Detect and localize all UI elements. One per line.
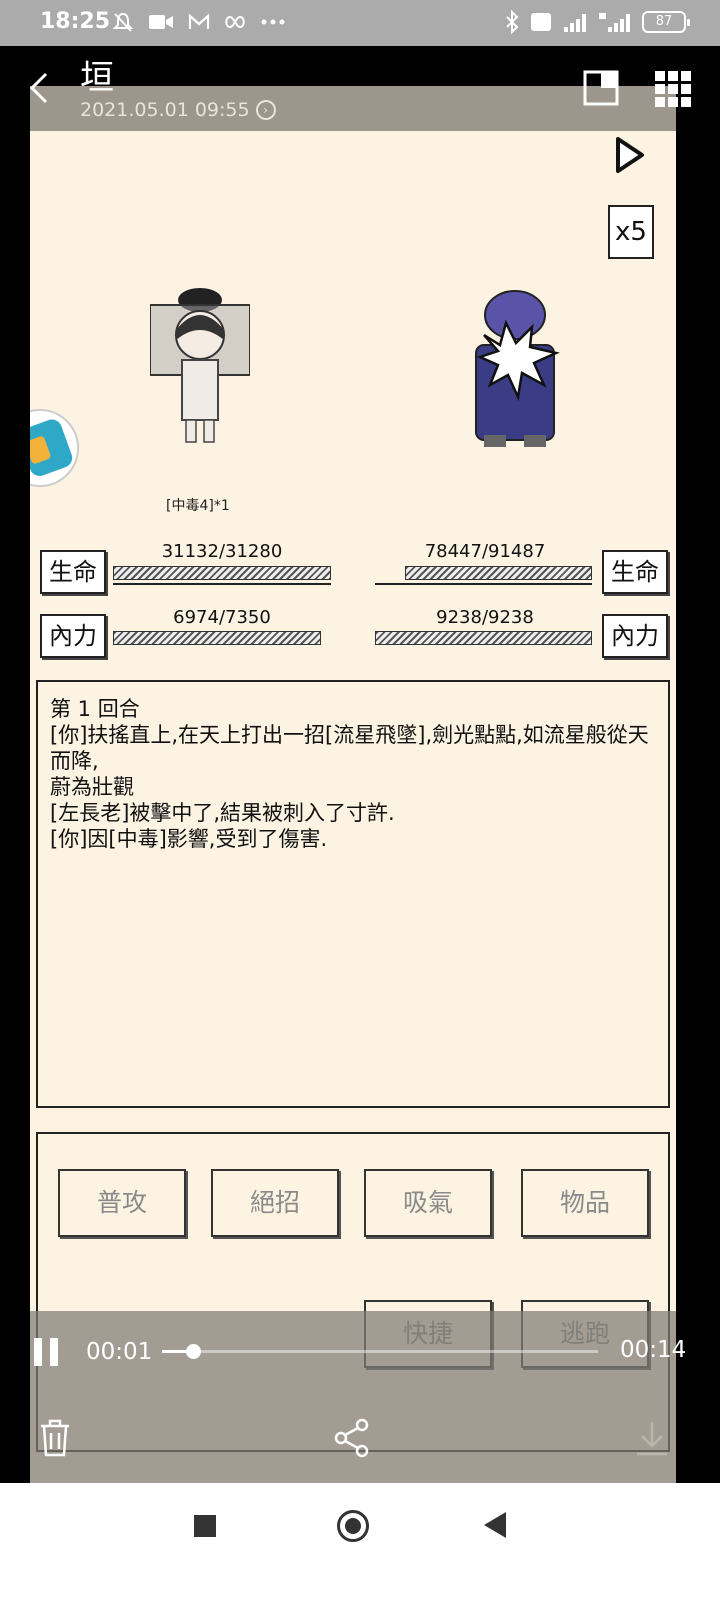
signal-icon bbox=[564, 14, 586, 32]
header-backdrop bbox=[30, 46, 676, 86]
attack-button[interactable]: 普攻 bbox=[58, 1169, 186, 1237]
floating-app-badge[interactable] bbox=[30, 408, 82, 488]
player-hp-bar bbox=[113, 566, 331, 580]
seek-thumb[interactable] bbox=[185, 1344, 201, 1359]
log-line: 蔚為壯觀 bbox=[50, 775, 134, 799]
log-line: [你]因[中毒]影響,受到了傷害. bbox=[50, 827, 328, 851]
home-icon[interactable] bbox=[337, 1510, 369, 1542]
back-arrow-icon[interactable] bbox=[26, 68, 56, 108]
screen: 18:25 87 垣 2021.05.01 09:55 › x5 [中毒4]*1… bbox=[0, 0, 720, 1600]
status-bar: 18:25 87 bbox=[0, 0, 720, 46]
player-character bbox=[150, 288, 250, 443]
items-button[interactable]: 物品 bbox=[521, 1169, 649, 1237]
page-title: 垣 bbox=[80, 58, 114, 98]
status-time: 18:25 bbox=[40, 9, 111, 34]
log-line: [左長老]被擊中了,結果被刺入了寸許. bbox=[50, 801, 395, 825]
enemy-mp-bar bbox=[375, 631, 592, 645]
speed-button[interactable]: x5 bbox=[608, 205, 654, 259]
share-icon[interactable] bbox=[334, 1418, 370, 1458]
back-icon[interactable] bbox=[484, 1512, 506, 1538]
auto-play-icon[interactable] bbox=[612, 135, 648, 175]
player-hp-label: 生命 bbox=[40, 550, 106, 594]
grid-menu-icon[interactable] bbox=[654, 70, 692, 108]
enemy-character bbox=[475, 290, 560, 447]
enemy-mp-value: 9238/9238 bbox=[436, 607, 534, 628]
player-hp-value: 31132/31280 bbox=[161, 541, 283, 562]
volte-icon bbox=[531, 13, 551, 31]
navigation-bar bbox=[0, 1483, 720, 1600]
ultimate-button[interactable]: 絕招 bbox=[211, 1169, 339, 1237]
infinity-icon bbox=[225, 15, 245, 29]
log-line: 第 1 回合 bbox=[50, 697, 140, 721]
status-icons-left bbox=[112, 11, 286, 33]
enemy-hp-label: 生命 bbox=[602, 550, 668, 594]
enemy-hp-bar bbox=[405, 566, 592, 580]
total-time: 00:14 bbox=[620, 1337, 687, 1363]
log-line: [你]扶搖直上,在天上打出一招[流星飛墜],劍光點點,如流星般從天而降, bbox=[50, 723, 649, 773]
mute-icon bbox=[112, 12, 134, 32]
enemy-hp-underline bbox=[375, 583, 592, 585]
enemy-hp-value: 78447/91487 bbox=[424, 541, 546, 562]
chevron-right-icon: › bbox=[255, 100, 276, 120]
recents-icon[interactable] bbox=[194, 1515, 216, 1537]
pause-icon[interactable] bbox=[32, 1336, 60, 1368]
player-mp-bar bbox=[113, 631, 321, 645]
timestamp-link[interactable]: 2021.05.01 09:55 › bbox=[80, 99, 276, 121]
player-mp-value: 6974/7350 bbox=[173, 607, 271, 628]
more-icon bbox=[261, 19, 285, 25]
player-hp-underline bbox=[113, 583, 331, 585]
mail-icon bbox=[188, 13, 210, 29]
download-icon[interactable] bbox=[634, 1418, 670, 1458]
poison-status: [中毒4]*1 bbox=[166, 498, 230, 514]
trash-icon[interactable] bbox=[38, 1418, 72, 1458]
battle-log: 第 1 回合 [你]扶搖直上,在天上打出一招[流星飛墜],劍光點點,如流星般從天… bbox=[36, 680, 670, 1108]
picture-in-picture-icon[interactable] bbox=[583, 70, 619, 106]
video-icon bbox=[149, 15, 173, 29]
4g-signal-icon bbox=[599, 13, 630, 32]
enemy-mp-label: 內力 bbox=[602, 614, 668, 658]
status-icons-right: 87 bbox=[504, 10, 690, 34]
current-time: 00:01 bbox=[86, 1339, 153, 1365]
bluetooth-icon bbox=[506, 10, 519, 34]
battery-icon: 87 bbox=[642, 11, 690, 33]
timestamp-text: 2021.05.01 09:55 bbox=[80, 99, 250, 121]
player-mp-label: 內力 bbox=[40, 614, 106, 658]
seek-bar[interactable] bbox=[162, 1344, 598, 1359]
absorb-button[interactable]: 吸氣 bbox=[364, 1169, 492, 1237]
